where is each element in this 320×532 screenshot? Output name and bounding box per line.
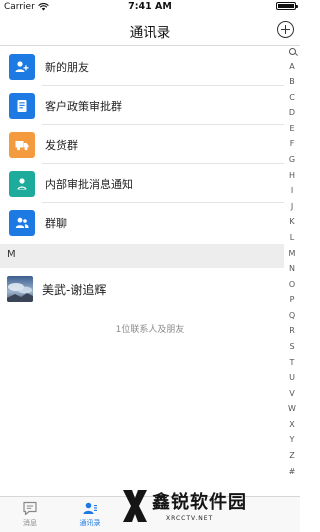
index-letter-b[interactable]: B xyxy=(289,78,295,86)
row-label: 新的朋友 xyxy=(45,60,89,74)
contact-count: 1位联系人及朋友 xyxy=(115,325,185,335)
row-new-friends[interactable]: 新的朋友 xyxy=(0,47,284,86)
index-letter-x[interactable]: X xyxy=(289,420,294,429)
document-icon xyxy=(9,92,35,119)
contact-list: 美武-谢追辉 xyxy=(0,268,284,310)
index-letter-y[interactable]: Y xyxy=(290,436,295,444)
index-letter-i[interactable]: I xyxy=(291,187,293,195)
index-letter-o[interactable]: O xyxy=(289,280,295,289)
index-letter-l[interactable]: L xyxy=(290,233,294,242)
row-label: 内部审批消息通知 xyxy=(45,177,133,191)
row-internal-approval-notice[interactable]: 内部审批消息通知 xyxy=(0,164,284,203)
index-letter-e[interactable]: E xyxy=(289,124,294,133)
status-right xyxy=(276,2,298,10)
index-letter-m[interactable]: M xyxy=(289,249,296,258)
avatar xyxy=(7,276,33,302)
index-letter-h[interactable]: H xyxy=(289,171,295,180)
alphabet-index[interactable]: A B C D E F G H I J K L M N O P Q R S T … xyxy=(284,48,300,476)
nav-bar: 通讯录 xyxy=(0,14,300,46)
page-title: 通讯录 xyxy=(129,25,171,41)
watermark-logo-icon xyxy=(123,490,147,522)
index-letter-hash[interactable]: # xyxy=(289,467,296,476)
index-letter-q[interactable]: Q xyxy=(289,311,295,320)
watermark-site: XRCCTV.NET xyxy=(166,515,214,522)
truck-icon xyxy=(9,131,35,158)
contact-name: 美武-谢追辉 xyxy=(42,282,107,297)
index-letter-u[interactable]: U xyxy=(289,374,295,382)
index-letter-v[interactable]: V xyxy=(289,389,294,398)
status-time: 7:41 AM xyxy=(128,1,172,12)
index-letter-c[interactable]: C xyxy=(289,93,295,102)
user-check-icon xyxy=(9,170,35,197)
index-letter-k[interactable]: K xyxy=(289,218,294,226)
tab-messages[interactable]: 消息 xyxy=(0,501,60,528)
index-letter-j[interactable]: J xyxy=(291,202,293,211)
row-label: 发货群 xyxy=(45,138,78,152)
index-letter-z[interactable]: Z xyxy=(289,452,294,460)
index-letter-a[interactable]: A xyxy=(289,62,294,71)
tab-contacts[interactable]: 通讯录 xyxy=(60,501,120,528)
watermark-name: 鑫锐软件园 xyxy=(152,492,247,513)
row-label: 群聊 xyxy=(45,216,67,230)
index-letter-r[interactable]: R xyxy=(289,327,295,335)
index-letter-n[interactable]: N xyxy=(289,265,295,273)
add-user-icon xyxy=(9,53,35,80)
index-letter-t[interactable]: T xyxy=(290,358,295,367)
tab-label: 消息 xyxy=(23,519,37,527)
index-letter-p[interactable]: P xyxy=(290,296,295,304)
row-label: 客户政策审批群 xyxy=(45,99,122,113)
index-letter-f[interactable]: F xyxy=(290,140,295,148)
index-letter-g[interactable]: G xyxy=(289,156,295,164)
battery-icon xyxy=(276,2,298,10)
group-icon xyxy=(9,209,35,236)
section-letter: M xyxy=(7,249,16,260)
search-icon[interactable] xyxy=(288,48,296,55)
add-button[interactable] xyxy=(277,21,294,38)
function-list: 新的朋友 客户政策审批群 发货群 内部审批消息通知 群聊 xyxy=(0,47,284,242)
index-letter-w[interactable]: W xyxy=(288,405,296,413)
section-header: M xyxy=(0,244,284,268)
contacts-icon xyxy=(83,502,97,514)
status-bar: Carrier 7:41 AM xyxy=(0,0,300,14)
tab-label: 通讯录 xyxy=(79,519,101,527)
watermark: 鑫锐软件园 XRCCTV.NET xyxy=(120,484,296,528)
chat-icon xyxy=(23,501,37,516)
row-customer-policy-group[interactable]: 客户政策审批群 xyxy=(0,86,284,125)
row-shipping-group[interactable]: 发货群 xyxy=(0,125,284,164)
index-letter-d[interactable]: D xyxy=(289,109,295,117)
index-letter-s[interactable]: S xyxy=(289,342,294,351)
row-group-chat[interactable]: 群聊 xyxy=(0,203,284,242)
contact-row[interactable]: 美武-谢追辉 xyxy=(0,268,284,310)
